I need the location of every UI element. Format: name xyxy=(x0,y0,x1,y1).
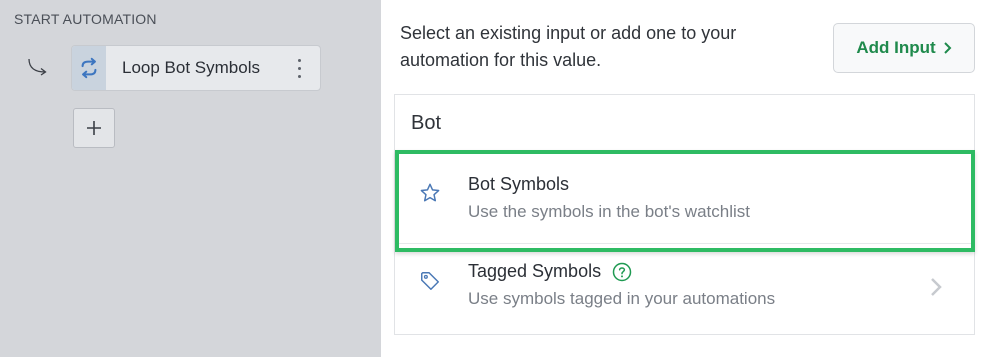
loop-step-card[interactable]: Loop Bot Symbols xyxy=(71,45,321,91)
input-picker-panel: Select an existing input or add one to y… xyxy=(381,0,983,357)
input-list: Bot Bot Symbols Use the symbols in the b… xyxy=(394,94,975,335)
more-vertical-icon[interactable] xyxy=(292,56,306,80)
add-input-label: Add Input xyxy=(856,38,936,57)
panel-description: Select an existing input or add one to y… xyxy=(400,23,737,70)
item-subtitle: Use symbols tagged in your automations xyxy=(468,289,776,308)
loop-step-icon-box xyxy=(72,46,106,90)
add-step-button[interactable] xyxy=(73,108,115,148)
item-title-row: Tagged Symbols xyxy=(468,261,632,282)
help-circle-icon[interactable] xyxy=(612,262,632,282)
section-label: START AUTOMATION xyxy=(14,11,157,27)
list-item-tagged-symbols[interactable]: Tagged Symbols Use symbols tagged in you… xyxy=(395,243,974,333)
chevron-right-icon xyxy=(943,42,952,54)
item-title: Tagged Symbols xyxy=(468,261,602,281)
chevron-right-icon xyxy=(931,278,942,296)
group-header: Bot xyxy=(411,112,442,134)
plus-icon xyxy=(87,121,101,135)
add-input-button[interactable]: Add Input xyxy=(833,23,975,73)
step-label: Loop Bot Symbols xyxy=(122,58,260,77)
curved-arrow-icon xyxy=(28,58,47,76)
item-title: Bot Symbols xyxy=(468,174,570,194)
list-item-bot-symbols[interactable]: Bot Symbols Use the symbols in the bot's… xyxy=(395,151,974,241)
automation-canvas: START AUTOMATION Loop Bot Symbols xyxy=(0,0,381,357)
tag-icon xyxy=(421,272,439,290)
star-icon xyxy=(420,183,440,202)
loop-icon xyxy=(81,57,97,79)
item-subtitle: Use the symbols in the bot's watchlist xyxy=(468,202,750,221)
